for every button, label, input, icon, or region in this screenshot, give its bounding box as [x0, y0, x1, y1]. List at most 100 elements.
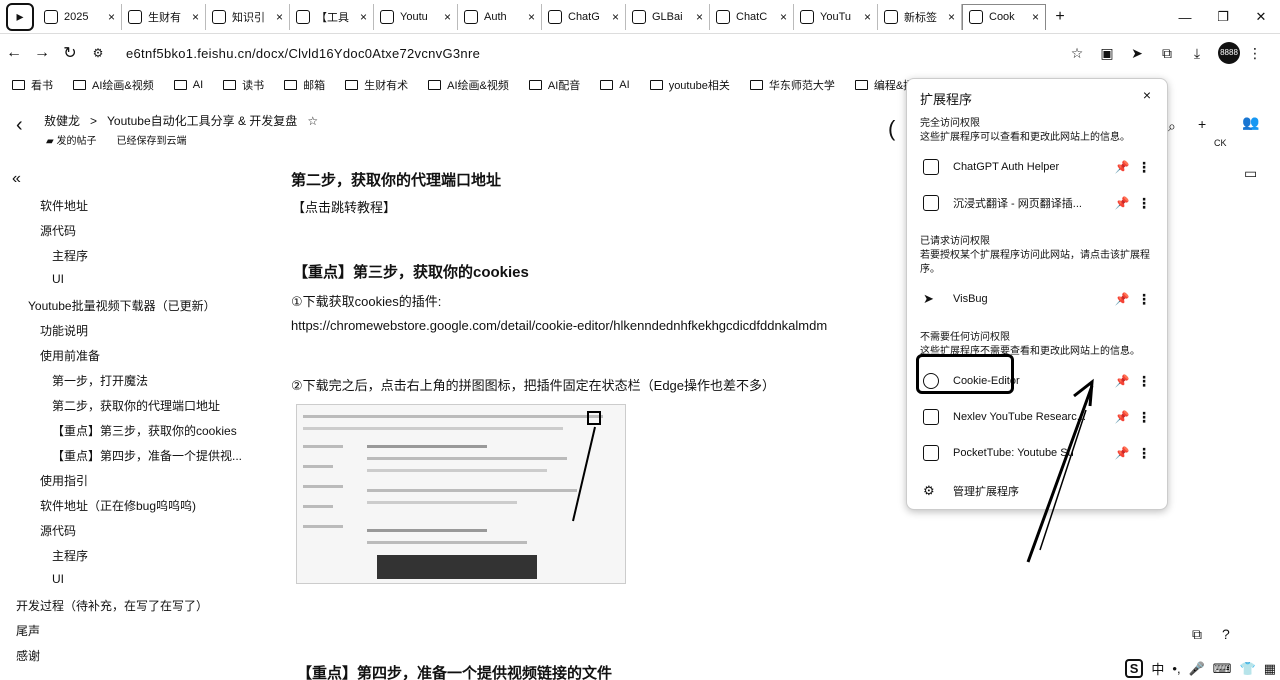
bookmark-item[interactable]: AI绘画&视频: [428, 77, 509, 93]
collaborators-icon[interactable]: 👥: [1242, 114, 1259, 131]
bookmark-item[interactable]: AI配音: [528, 77, 580, 93]
pin-icon[interactable]: 📌: [1111, 160, 1133, 174]
tab-close-icon[interactable]: ×: [780, 10, 787, 24]
close-icon[interactable]: ×: [1143, 87, 1151, 103]
tab-close-icon[interactable]: ×: [528, 10, 535, 24]
restore-icon[interactable]: ❐: [1204, 9, 1242, 25]
outline-item[interactable]: 开发过程（待补充，在写了在写了）: [16, 597, 208, 614]
browser-tab[interactable]: 新标签 ×: [878, 3, 962, 30]
pin-icon[interactable]: 📌: [1111, 196, 1133, 210]
step2-tutorial-link[interactable]: 【点击跳转教程】: [292, 197, 396, 216]
tab-close-icon[interactable]: ×: [948, 10, 955, 24]
bookmark-item[interactable]: 生财有术: [345, 77, 408, 93]
tab-close-icon[interactable]: ×: [1032, 10, 1039, 24]
folder-link[interactable]: ▰ 发的帖子: [46, 132, 96, 147]
extension-item[interactable]: 沉浸式翻译 - 网页翻译插... 📌 ⋮: [923, 191, 1155, 215]
mic-icon[interactable]: 🎤: [1189, 661, 1205, 677]
outline-item[interactable]: 【重点】第三步，获取你的cookies: [52, 422, 237, 439]
more-options-icon[interactable]: ⋮: [1133, 409, 1155, 426]
tab-close-icon[interactable]: ×: [864, 10, 871, 24]
outline-item[interactable]: 源代码: [40, 522, 76, 539]
step3-url-link[interactable]: https://chromewebstore.google.com/detail…: [291, 318, 827, 333]
outline-item[interactable]: 源代码: [40, 222, 76, 239]
bookmark-item[interactable]: 华东师范大学: [749, 77, 835, 93]
star-icon[interactable]: ☆: [307, 114, 318, 128]
download-icon[interactable]: ⤓: [1182, 45, 1212, 62]
pin-icon[interactable]: 📌: [1111, 410, 1133, 424]
browser-tab[interactable]: 【工具 ×: [290, 3, 374, 30]
tab-close-icon[interactable]: ×: [360, 10, 367, 24]
outline-toggle-icon[interactable]: ⧉: [1192, 626, 1202, 643]
outline-item[interactable]: 软件地址（正在修bug呜呜呜): [40, 497, 196, 514]
menu-icon[interactable]: ⋮: [1240, 45, 1270, 62]
pin-icon[interactable]: 📌: [1111, 292, 1133, 306]
browser-tab[interactable]: ChatC ×: [710, 3, 794, 30]
breadcrumb-owner[interactable]: 敖健龙: [44, 112, 80, 129]
outline-item[interactable]: 第一步，打开魔法: [52, 372, 148, 389]
puzzle-extensions-icon[interactable]: ⧉: [1152, 45, 1182, 62]
browser-tab[interactable]: 知识引 ×: [206, 3, 290, 30]
forward-arrow-icon[interactable]: →: [28, 44, 56, 62]
outline-item[interactable]: 第二步，获取你的代理端口地址: [52, 397, 220, 414]
more-options-icon[interactable]: ⋮: [1133, 159, 1155, 176]
bookmark-item[interactable]: youtube相关: [649, 77, 730, 93]
browser-tab[interactable]: Auth ×: [458, 3, 542, 30]
help-icon[interactable]: ?: [1222, 626, 1230, 643]
back-chevron-icon[interactable]: ‹: [16, 114, 23, 137]
new-tab-button[interactable]: +: [1046, 8, 1074, 26]
keyboard-icon[interactable]: ⌨: [1213, 661, 1232, 677]
avatar[interactable]: 8888: [1218, 42, 1240, 64]
embedded-screenshot-image[interactable]: [296, 404, 626, 584]
bookmark-item[interactable]: 读书: [223, 77, 264, 93]
site-info-icon[interactable]: ⚙: [84, 46, 112, 60]
browser-tab[interactable]: Youtu ×: [374, 3, 458, 30]
outline-item[interactable]: 感谢: [16, 647, 40, 664]
star-bookmark-icon[interactable]: ☆: [1062, 45, 1092, 62]
bookmark-item[interactable]: AI绘画&视频: [73, 77, 154, 93]
browser-tab[interactable]: GLBai ×: [626, 3, 710, 30]
outline-item[interactable]: 主程序: [52, 547, 88, 564]
outline-item[interactable]: UI: [52, 272, 64, 286]
outline-item[interactable]: Youtube批量视频下载器（已更新）: [28, 297, 216, 314]
tab-close-icon[interactable]: ×: [612, 10, 619, 24]
bookmark-item[interactable]: 邮箱: [284, 77, 325, 93]
sogou-logo-icon[interactable]: S: [1124, 659, 1144, 678]
outline-item[interactable]: 主程序: [52, 247, 88, 264]
extension-item[interactable]: ➤ VisBug 📌 ⋮: [923, 287, 1155, 311]
bookmark-item[interactable]: AI: [600, 79, 630, 91]
more-options-icon[interactable]: ⋮: [1133, 373, 1155, 390]
minimize-icon[interactable]: —: [1166, 10, 1204, 25]
outline-item[interactable]: 使用前准备: [40, 347, 100, 364]
bookmark-item[interactable]: 看书: [12, 77, 53, 93]
collapse-outline-icon[interactable]: «: [12, 170, 21, 188]
browser-tab[interactable]: 2025 ×: [38, 3, 122, 30]
tab-close-icon[interactable]: ×: [696, 10, 703, 24]
punctuation-icon[interactable]: •,: [1172, 661, 1180, 676]
browser-tab[interactable]: YouTu ×: [794, 3, 878, 30]
search-icon[interactable]: ⌕: [1168, 118, 1176, 135]
skin-icon[interactable]: 👕: [1240, 661, 1256, 677]
visbug-icon[interactable]: ➤: [1122, 45, 1152, 62]
plus-icon[interactable]: +: [1198, 116, 1206, 132]
close-window-icon[interactable]: ✕: [1242, 9, 1280, 25]
outline-item[interactable]: 功能说明: [40, 322, 88, 339]
outline-item[interactable]: UI: [52, 572, 64, 586]
outline-item[interactable]: 使用指引: [40, 472, 88, 489]
more-options-icon[interactable]: ⋮: [1133, 291, 1155, 308]
tab-close-icon[interactable]: ×: [108, 10, 115, 24]
browser-tab[interactable]: Cook ×: [962, 3, 1046, 30]
outline-item[interactable]: 【重点】第四步，准备一个提供视...: [52, 447, 242, 464]
tab-close-icon[interactable]: ×: [192, 10, 199, 24]
ime-language[interactable]: 中: [1151, 659, 1164, 678]
extension-item[interactable]: ChatGPT Auth Helper 📌 ⋮: [923, 155, 1155, 179]
url-input[interactable]: e6tnf5bko1.feishu.cn/docx/Clvld16Ydoc0At…: [126, 46, 1062, 61]
bookmark-item[interactable]: AI: [173, 79, 203, 91]
grid-icon[interactable]: ▦: [1264, 661, 1276, 677]
outline-item[interactable]: 软件地址: [40, 197, 88, 214]
pin-icon[interactable]: 📌: [1111, 446, 1133, 460]
tab-close-icon[interactable]: ×: [444, 10, 451, 24]
reload-icon[interactable]: ↻: [56, 43, 84, 63]
more-options-icon[interactable]: ⋮: [1133, 195, 1155, 212]
extension-action-icon[interactable]: ▣: [1092, 45, 1122, 62]
pin-icon[interactable]: 📌: [1111, 374, 1133, 388]
